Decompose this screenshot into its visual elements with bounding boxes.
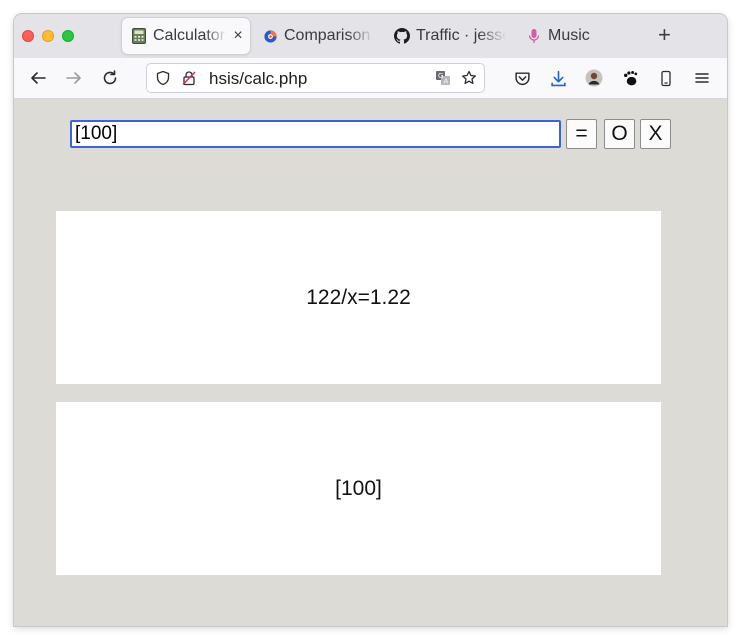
page-content: = O X 122/x=1.22 [100] [14,99,727,626]
minimize-window-button[interactable] [42,30,54,42]
firefox-logo-icon [262,28,278,44]
result-panel-bottom: [100] [56,402,661,575]
responsive-design-button[interactable] [654,66,678,90]
x-button[interactable]: X [640,119,671,149]
extension-button[interactable] [618,66,642,90]
reload-icon [103,70,117,85]
equals-button[interactable]: = [566,119,597,149]
account-button[interactable] [582,66,606,90]
star-bookmark-icon[interactable] [461,70,477,86]
tab-traffic-label: Traffic · jesse [416,27,506,44]
menu-button[interactable] [690,66,714,90]
gnome-foot-icon [623,70,637,85]
pocket-icon [514,71,530,85]
tab-comparison[interactable]: Comparison [262,18,374,54]
svg-text:A: A [444,78,449,86]
calc-expression-input[interactable] [70,120,561,148]
insecure-lock-icon[interactable] [181,70,197,86]
arrow-right-icon [66,72,81,84]
forward-button[interactable] [62,66,86,90]
browser-window: Calculator × Comparison Traffic · jesse [14,14,727,626]
phone-icon [661,70,671,86]
tab-calculator[interactable]: Calculator × [122,18,250,54]
url-text: hsis/calc.php [209,69,308,88]
tab-strip: Calculator × Comparison Traffic · jesse [14,14,727,58]
tab-close-icon[interactable]: × [231,27,245,45]
tab-music-label: Music [548,27,590,44]
arrow-left-icon [31,72,46,84]
url-bar[interactable]: hsis/calc.php G A [146,63,485,93]
result-panel-top: 122/x=1.22 [56,211,661,384]
pocket-button[interactable] [510,66,534,90]
avatar [585,69,603,87]
navigation-toolbar: hsis/calc.php G A [14,58,727,99]
tab-calculator-label: Calculator [153,27,226,44]
hamburger-menu-icon [695,73,709,83]
o-button[interactable]: O [604,119,635,149]
download-icon [550,70,566,86]
result-value: [100] [335,476,382,500]
downloads-button[interactable] [546,66,570,90]
shield-icon[interactable] [155,70,171,86]
reload-button[interactable] [98,66,122,90]
microphone-icon [526,28,542,44]
github-icon [394,28,410,44]
result-expression: 122/x=1.22 [306,285,411,309]
translate-icon[interactable]: G A [435,70,451,86]
tab-comparison-label: Comparison [284,27,371,44]
new-tab-button[interactable]: + [658,24,671,46]
calculator-icon [131,28,147,44]
close-window-button[interactable] [22,30,34,42]
back-button[interactable] [26,66,50,90]
tab-music[interactable]: Music [526,18,610,54]
maximize-window-button[interactable] [62,30,74,42]
tab-traffic[interactable]: Traffic · jesse [394,18,506,54]
